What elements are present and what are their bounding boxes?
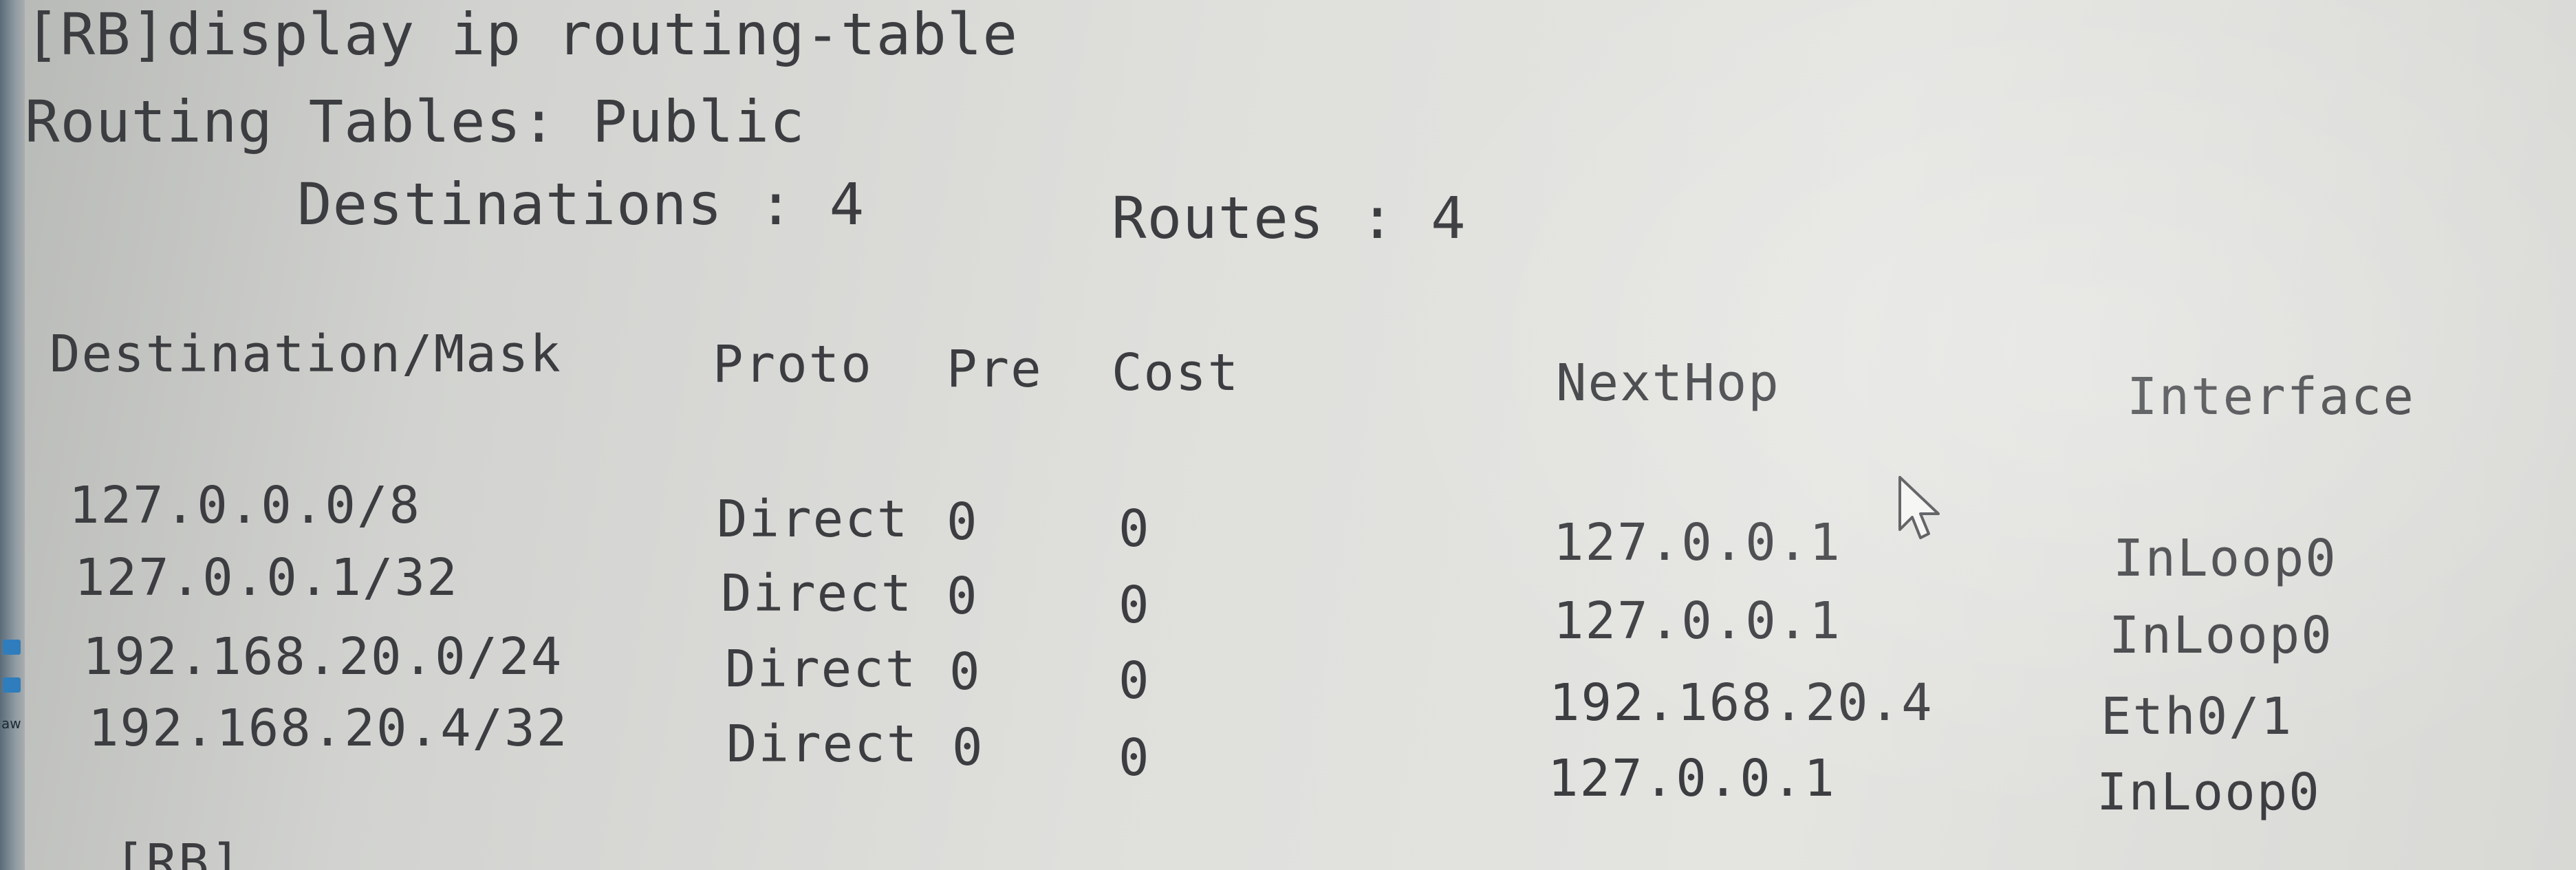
routes-count: Routes : 4 bbox=[1112, 184, 1466, 252]
routing-table-title: Routing Tables: Public bbox=[25, 88, 805, 155]
row-pre: 0 bbox=[949, 642, 982, 702]
row-pre: 0 bbox=[952, 718, 984, 777]
screen: aw [RB]display ip routing-table Routing … bbox=[0, 0, 2576, 870]
header-pre: Pre bbox=[946, 340, 1043, 399]
row-cost: 0 bbox=[1118, 576, 1151, 635]
row-interface: InLoop0 bbox=[2113, 529, 2337, 588]
prompt-line: [RB] bbox=[114, 834, 243, 870]
header-destination: Destination/Mask bbox=[50, 325, 562, 384]
row-nexthop: 127.0.0.1 bbox=[1553, 513, 1841, 572]
row-cost: 0 bbox=[1118, 499, 1151, 558]
row-destination: 192.168.20.0/24 bbox=[83, 627, 563, 686]
row-destination: 127.0.0.0/8 bbox=[69, 476, 422, 535]
row-nexthop: 127.0.0.1 bbox=[1548, 749, 1836, 808]
row-cost: 0 bbox=[1118, 651, 1151, 710]
row-pre: 0 bbox=[946, 492, 979, 552]
header-interface: Interface bbox=[2127, 367, 2415, 426]
taskbar-icon[interactable] bbox=[3, 640, 21, 655]
row-proto: Direct bbox=[717, 490, 909, 549]
header-proto: Proto bbox=[713, 335, 873, 394]
mouse-pointer-icon bbox=[1898, 476, 1940, 539]
row-interface: InLoop0 bbox=[2097, 763, 2321, 822]
row-cost: 0 bbox=[1118, 728, 1151, 787]
row-nexthop: 192.168.20.4 bbox=[1549, 673, 1934, 732]
row-proto: Direct bbox=[725, 640, 918, 699]
command-line: [RB]display ip routing-table bbox=[25, 1, 1019, 68]
row-interface: InLoop0 bbox=[2109, 606, 2333, 665]
row-proto: Direct bbox=[721, 564, 913, 623]
header-cost: Cost bbox=[1112, 343, 1240, 402]
taskbar-icon[interactable] bbox=[3, 677, 21, 693]
destinations-count: Destinations : 4 bbox=[297, 171, 865, 238]
row-proto: Direct bbox=[726, 715, 919, 774]
row-nexthop: 127.0.0.1 bbox=[1553, 591, 1841, 651]
row-destination: 127.0.0.1/32 bbox=[74, 548, 459, 607]
row-destination: 192.168.20.4/32 bbox=[88, 699, 569, 758]
header-nexthop: NextHop bbox=[1556, 354, 1780, 413]
left-window-edge: aw bbox=[0, 0, 25, 870]
row-pre: 0 bbox=[946, 567, 979, 626]
row-interface: Eth0/1 bbox=[2101, 687, 2293, 746]
terminal-console[interactable]: [RB]display ip routing-table Routing Tab… bbox=[25, 0, 2576, 870]
taskbar-label: aw bbox=[1, 715, 21, 732]
